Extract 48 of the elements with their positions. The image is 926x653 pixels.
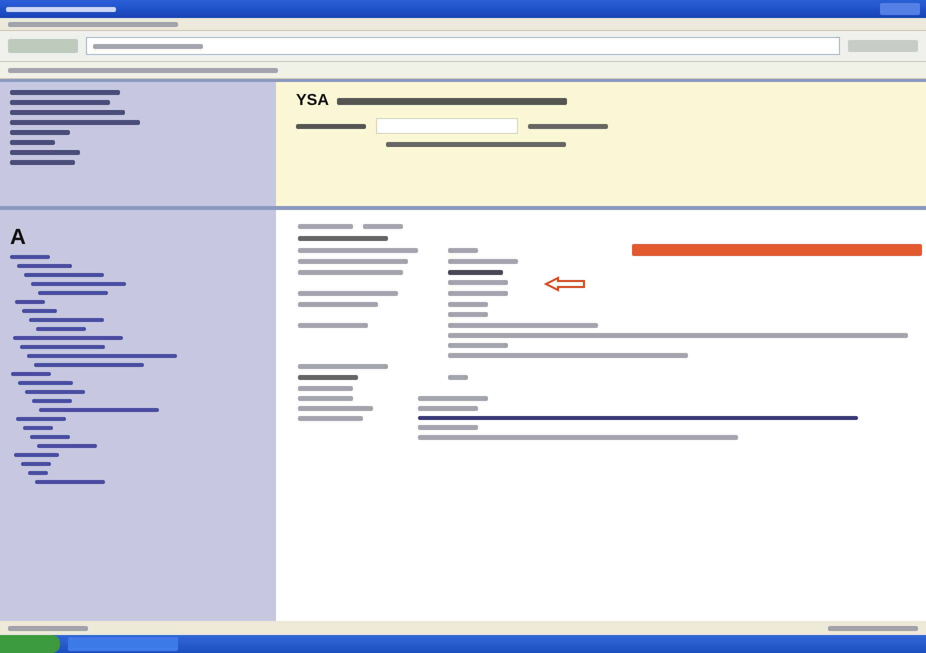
- blurred-link[interactable]: [17, 264, 72, 268]
- blurred-text-line: [448, 280, 508, 285]
- blurred-link[interactable]: [10, 255, 50, 259]
- blurred-link[interactable]: [16, 417, 66, 421]
- blurred-text-line: [298, 224, 353, 229]
- blurred-link[interactable]: [18, 381, 73, 385]
- blurred-text-line: [298, 375, 358, 380]
- blurred-text-line: [448, 312, 488, 317]
- blurred-text-line: [10, 150, 80, 155]
- blurred-link[interactable]: [21, 462, 51, 466]
- blurred-link[interactable]: [28, 471, 48, 475]
- blurred-link[interactable]: [15, 300, 45, 304]
- blurred-text-line: [418, 406, 478, 411]
- blurred-link[interactable]: [25, 390, 85, 394]
- blurred-text-line: [363, 224, 403, 229]
- blurred-text-line: [418, 396, 488, 401]
- blurred-link[interactable]: [32, 399, 72, 403]
- index-letter: A: [10, 224, 27, 250]
- blurred-link[interactable]: [11, 372, 51, 376]
- blurred-text-line: [298, 386, 353, 391]
- blurred-link[interactable]: [23, 426, 53, 430]
- blurred-text-line: [448, 270, 503, 275]
- search-field[interactable]: [376, 118, 518, 134]
- blurred-text-line: [448, 375, 468, 380]
- vocabulary-code: YSA: [296, 92, 329, 110]
- taskbar-button[interactable]: [68, 637, 178, 651]
- blurred-link[interactable]: [36, 327, 86, 331]
- blurred-text-line: [296, 124, 366, 128]
- blurred-text-line: [298, 396, 353, 401]
- go-button[interactable]: [848, 40, 918, 52]
- blurred-text-line: [448, 259, 518, 264]
- blurred-text-line: [418, 425, 478, 430]
- blurred-link[interactable]: [37, 444, 97, 448]
- blurred-text-line: [298, 323, 368, 328]
- blurred-text-line: [10, 130, 70, 135]
- blurred-link[interactable]: [30, 435, 70, 439]
- blurred-link[interactable]: [14, 453, 59, 457]
- address-field[interactable]: [86, 37, 840, 55]
- blurred-text-line: [10, 160, 75, 165]
- blurred-text-line: [448, 343, 508, 348]
- start-button[interactable]: [0, 635, 60, 653]
- blurred-text-line: [448, 291, 508, 296]
- blurred-text-line: [298, 416, 363, 421]
- left-arrow-icon: [544, 276, 586, 292]
- blurred-text-line: [448, 248, 478, 253]
- blurred-link[interactable]: [22, 309, 57, 313]
- blurred-text-line: [10, 140, 55, 145]
- blurred-text-line: [448, 302, 488, 307]
